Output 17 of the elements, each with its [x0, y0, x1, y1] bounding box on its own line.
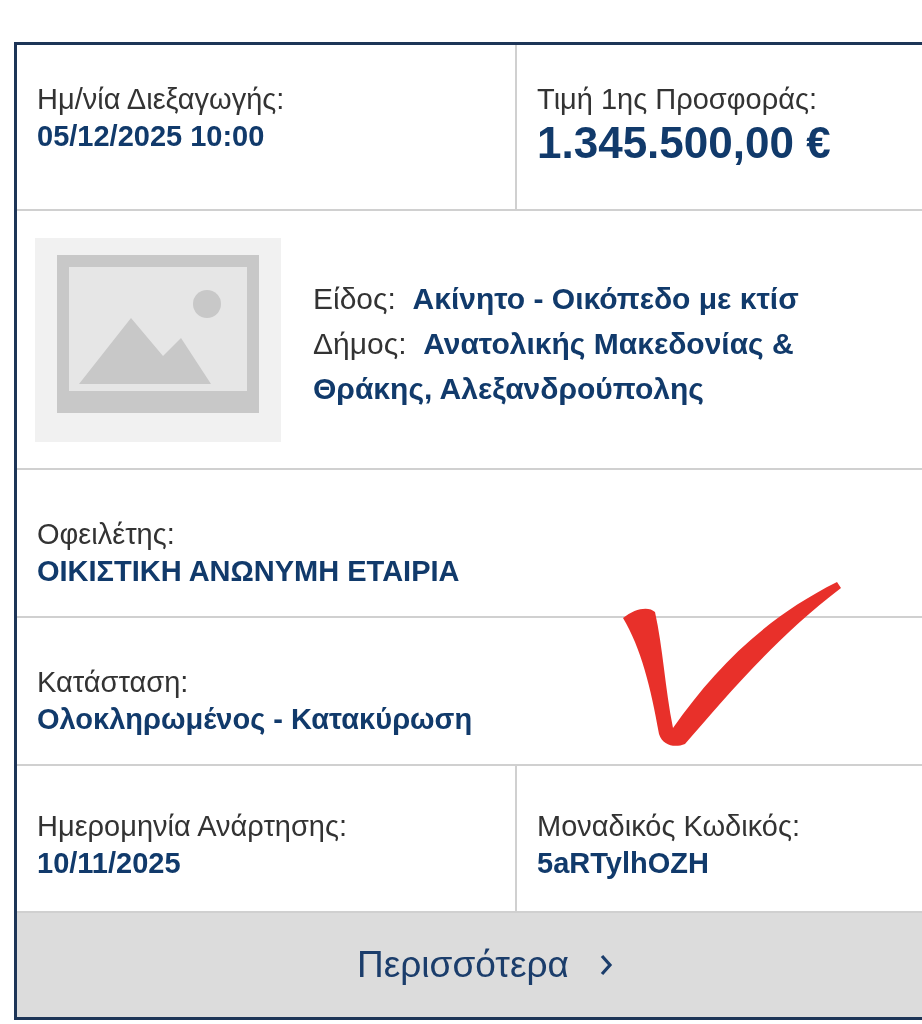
- image-placeholder-icon: [35, 237, 281, 442]
- code-label: Μοναδικός Κωδικός:: [537, 809, 801, 844]
- debtor-label: Οφειλέτης:: [37, 517, 176, 552]
- status-value: Ολοκληρωμένος - Κατακύρωση: [37, 702, 474, 737]
- date-label: Ημ/νία Διεξαγωγής:: [37, 82, 286, 117]
- property-field: Είδος: Ακίνητο - Οικόπεδο με κτίσ: [313, 276, 808, 321]
- property-field: Δήμος: Ανατολικής Μακεδονίας & Θράκης, Αλεξανδρούπολης: [313, 321, 808, 411]
- posted-date: 10/11/2025: [37, 846, 182, 881]
- more-button[interactable]: Περισσότερα: [17, 913, 922, 1017]
- debtor-name: ΟΙΚΙΣΤΙΚΗ ΑΝΩΝΥΜΗ ΕΤΑΙΡΙΑ: [37, 554, 461, 589]
- status-label: Κατάσταση:: [37, 665, 190, 700]
- posted-label: Ημερομηνία Ανάρτησης:: [37, 809, 349, 844]
- price-value: 1.345.500,00 €: [537, 117, 832, 169]
- price-label: Τιμή 1ης Προσφοράς:: [537, 82, 818, 117]
- auction-date: 05/12/2025 10:00: [37, 119, 266, 154]
- chevron-right-icon: [598, 953, 613, 977]
- code-value: 5aRTylhOZH: [537, 846, 710, 881]
